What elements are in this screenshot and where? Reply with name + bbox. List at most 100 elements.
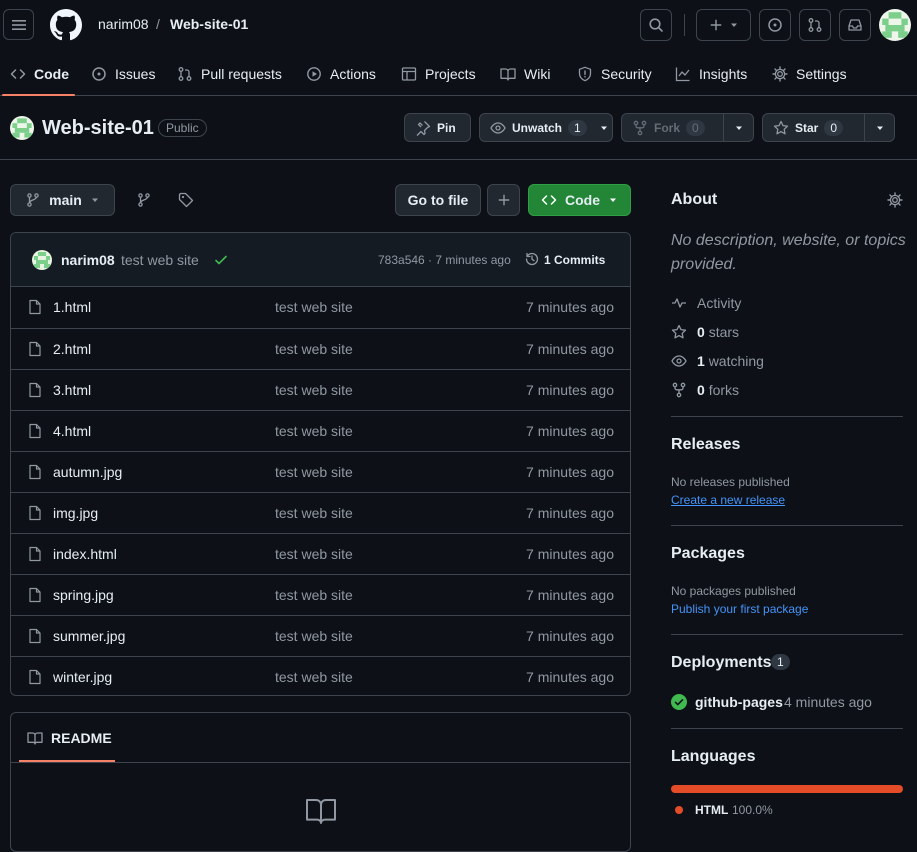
tab-issues[interactable]: Issues xyxy=(91,52,155,96)
unwatch-dropdown[interactable] xyxy=(597,114,612,141)
activity-link[interactable]: Activity xyxy=(671,295,741,311)
file-commit-message[interactable]: test web site xyxy=(275,628,353,644)
tab-settings[interactable]: Settings xyxy=(772,52,847,96)
menu-button[interactable] xyxy=(3,9,34,40)
file-name[interactable]: index.html xyxy=(53,546,117,562)
file-name[interactable]: 1.html xyxy=(53,299,91,315)
file-name[interactable]: 3.html xyxy=(53,382,91,398)
table-row[interactable]: img.jpg test web site 7 minutes ago xyxy=(11,492,630,533)
book-icon xyxy=(500,66,516,82)
file-name[interactable]: 4.html xyxy=(53,423,91,439)
commit-author[interactable]: narim08 xyxy=(61,252,115,268)
table-row[interactable]: 3.html test web site 7 minutes ago xyxy=(11,369,630,410)
pull-requests-button[interactable] xyxy=(799,9,831,41)
fork-dropdown[interactable] xyxy=(723,114,753,141)
tab-security[interactable]: Security xyxy=(577,52,652,96)
file-name[interactable]: img.jpg xyxy=(53,505,98,521)
create-new-button[interactable] xyxy=(696,9,751,41)
commit-author-avatar[interactable] xyxy=(32,250,52,270)
tab-label: Wiki xyxy=(524,66,551,82)
deployments-heading[interactable]: Deployments xyxy=(671,654,771,672)
unwatch-button[interactable]: Unwatch 1 xyxy=(479,113,613,142)
tag-icon xyxy=(178,192,194,208)
table-row[interactable]: winter.jpg test web site 7 minutes ago xyxy=(11,656,630,695)
repo-link[interactable]: Web-site-01 xyxy=(170,16,248,32)
inbox-button[interactable] xyxy=(839,9,871,41)
file-name[interactable]: autumn.jpg xyxy=(53,464,122,480)
tab-projects[interactable]: Projects xyxy=(401,52,476,96)
tags-button[interactable] xyxy=(170,184,202,216)
star-label: Star xyxy=(795,120,819,135)
gear-icon[interactable] xyxy=(887,192,903,208)
file-time: 7 minutes ago xyxy=(526,299,614,315)
fork-button[interactable]: Fork 0 xyxy=(621,113,754,142)
file-commit-message[interactable]: test web site xyxy=(275,423,353,439)
table-row[interactable]: autumn.jpg test web site 7 minutes ago xyxy=(11,451,630,492)
commits-link[interactable]: 1 Commits xyxy=(544,253,605,267)
forks-link[interactable]: 0 forks xyxy=(671,382,739,398)
file-commit-message[interactable]: test web site xyxy=(275,587,353,603)
create-release-link[interactable]: Create a new release xyxy=(671,493,785,507)
file-commit-message[interactable]: test web site xyxy=(275,505,353,521)
owner-link[interactable]: narim08 xyxy=(98,16,149,32)
repo-title[interactable]: Web-site-01 xyxy=(42,117,154,140)
tab-code[interactable]: Code xyxy=(10,52,69,96)
branch-selector[interactable]: main xyxy=(10,184,115,216)
watching-link[interactable]: 1 watching xyxy=(671,353,764,369)
file-browser: narim08 test web site 783a546 · 7 minute… xyxy=(10,232,631,696)
file-commit-message[interactable]: test web site xyxy=(275,299,353,315)
star-button[interactable]: Star 0 xyxy=(762,113,895,142)
commit-hash-time[interactable]: 783a546 · 7 minutes ago xyxy=(378,253,511,267)
branch-icon xyxy=(136,192,152,208)
repo-avatar xyxy=(10,116,34,140)
file-commit-message[interactable]: test web site xyxy=(275,669,353,685)
forks-label: forks xyxy=(708,382,740,398)
user-avatar[interactable] xyxy=(879,9,911,41)
commit-message[interactable]: test web site xyxy=(121,252,199,268)
star-dropdown[interactable] xyxy=(864,114,894,141)
github-logo-icon[interactable] xyxy=(50,9,82,41)
divider xyxy=(671,416,903,417)
tab-insights[interactable]: Insights xyxy=(675,52,747,96)
packages-heading[interactable]: Packages xyxy=(671,545,745,563)
table-row[interactable]: 4.html test web site 7 minutes ago xyxy=(11,410,630,451)
file-commit-message[interactable]: test web site xyxy=(275,464,353,480)
file-name[interactable]: spring.jpg xyxy=(53,587,114,603)
table-row[interactable]: 1.html test web site 7 minutes ago xyxy=(11,287,630,328)
deployment-env-link[interactable]: github-pages xyxy=(695,694,783,710)
plus-icon xyxy=(709,18,723,32)
repo-nav-tabs: Code Issues Pull requests Actions Projec… xyxy=(0,52,917,96)
file-name[interactable]: winter.jpg xyxy=(53,669,112,685)
publish-package-link[interactable]: Publish your first package xyxy=(671,602,808,616)
tab-actions[interactable]: Actions xyxy=(306,52,376,96)
tab-pull-requests[interactable]: Pull requests xyxy=(177,52,282,96)
path-separator: / xyxy=(156,16,160,32)
table-row[interactable]: index.html test web site 7 minutes ago xyxy=(11,533,630,574)
go-to-file-button[interactable]: Go to file xyxy=(395,184,481,216)
language-name[interactable]: HTML xyxy=(695,803,728,817)
search-button[interactable] xyxy=(640,9,672,41)
file-commit-message[interactable]: test web site xyxy=(275,341,353,357)
branches-button[interactable] xyxy=(128,184,160,216)
table-row[interactable]: 2.html test web site 7 minutes ago xyxy=(11,328,630,369)
file-icon xyxy=(27,464,43,480)
code-button[interactable]: Code xyxy=(528,184,631,216)
language-percent: 100.0% xyxy=(732,803,773,817)
file-name[interactable]: 2.html xyxy=(53,341,91,357)
activity-label: Activity xyxy=(697,295,742,311)
table-row[interactable]: summer.jpg test web site 7 minutes ago xyxy=(11,615,630,656)
pin-button[interactable]: Pin xyxy=(404,113,471,142)
file-commit-message[interactable]: test web site xyxy=(275,382,353,398)
fork-count: 0 xyxy=(686,119,705,136)
readme-tab[interactable]: README xyxy=(19,713,115,762)
stars-link[interactable]: 0 stars xyxy=(671,324,739,340)
visibility-badge: Public xyxy=(158,119,207,137)
file-name[interactable]: summer.jpg xyxy=(53,628,125,644)
issues-button[interactable] xyxy=(759,9,791,41)
table-row[interactable]: spring.jpg test web site 7 minutes ago xyxy=(11,574,630,615)
releases-heading[interactable]: Releases xyxy=(671,436,740,454)
file-icon xyxy=(27,341,43,357)
add-file-button[interactable] xyxy=(487,184,520,216)
tab-wiki[interactable]: Wiki xyxy=(500,52,550,96)
file-commit-message[interactable]: test web site xyxy=(275,546,353,562)
